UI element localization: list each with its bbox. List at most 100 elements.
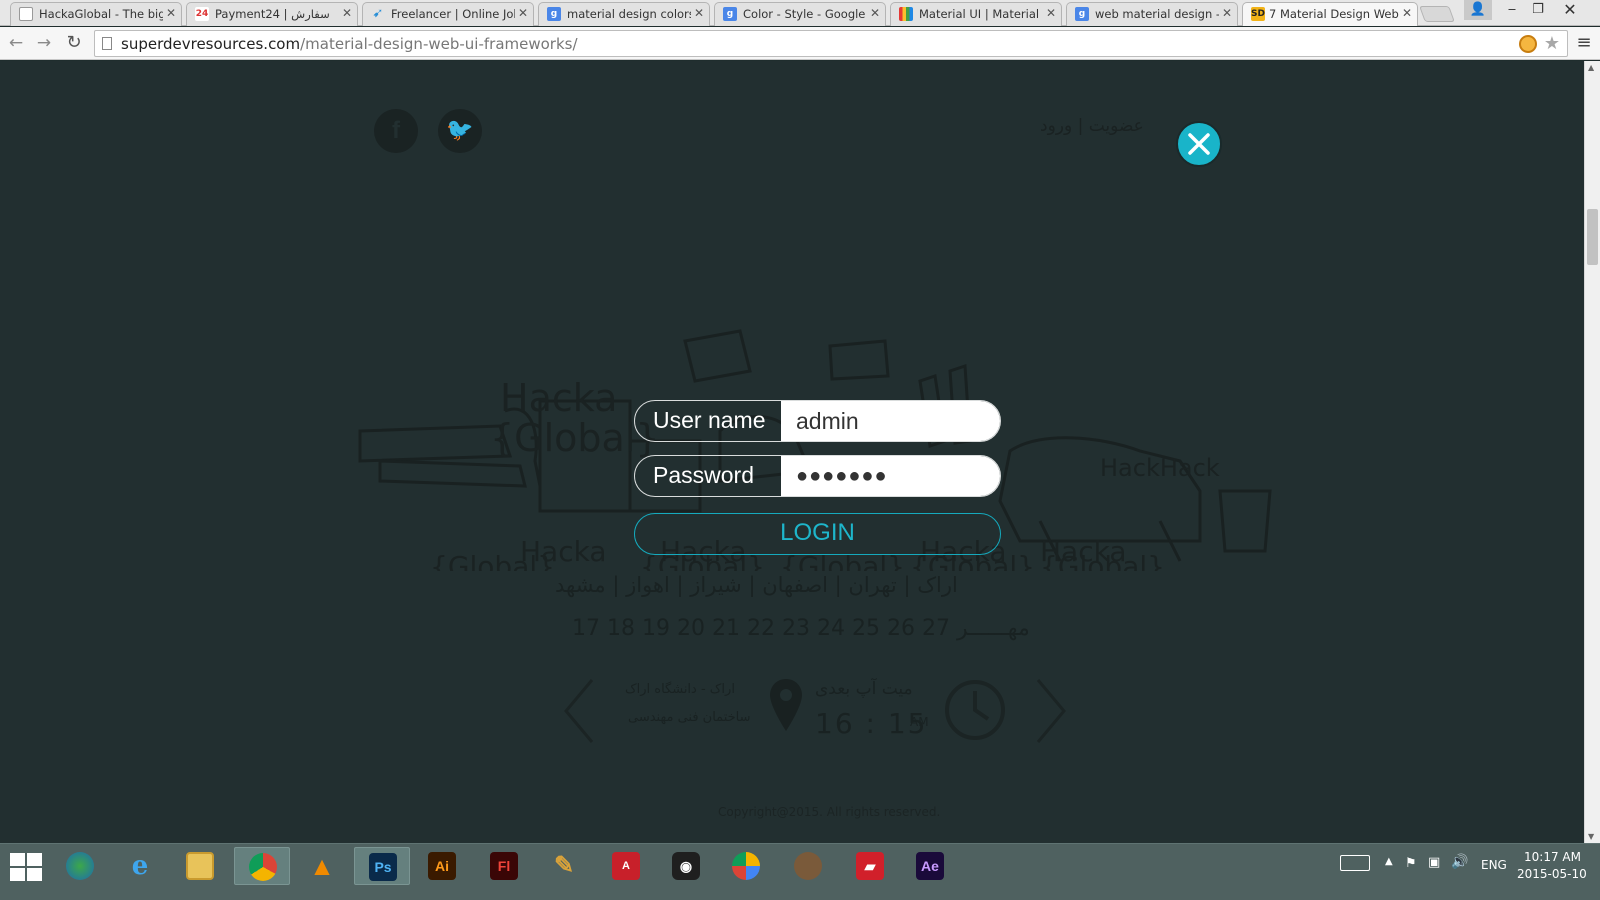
gimp-icon[interactable] <box>780 847 836 885</box>
tab-material-ui[interactable]: Material UI | Material D ✕ <box>890 2 1062 26</box>
menu-icon[interactable]: ≡ <box>1575 33 1593 53</box>
google-icon: g <box>547 7 561 21</box>
tab-title: Color - Style - Google d <box>743 7 867 21</box>
browser-toolbar: ← → ↻ superdevresources.com/material-des… <box>0 27 1600 60</box>
copyright-text: Copyright@2015. All rights reserved. <box>718 805 941 819</box>
vlc-icon[interactable]: ▲ <box>294 847 350 885</box>
tab-freelancer[interactable]: ➹ Freelancer | Online Job ✕ <box>362 2 534 26</box>
next-arrow-icon <box>1036 679 1066 743</box>
url-text[interactable]: superdevresources.com/material-design-we… <box>121 35 578 53</box>
globe-app-icon[interactable] <box>52 847 108 885</box>
photoshop-icon[interactable]: Ps <box>354 847 410 885</box>
windows-start-icon[interactable] <box>8 851 44 883</box>
tab-close-icon[interactable]: ✕ <box>166 6 176 20</box>
tab-close-icon[interactable]: ✕ <box>694 6 704 20</box>
paint-brush-icon[interactable]: ✎ <box>536 847 592 885</box>
tab-close-icon[interactable]: ✕ <box>1222 6 1232 20</box>
user-icon[interactable]: 👤 <box>1464 0 1492 20</box>
tab-close-icon[interactable]: ✕ <box>1402 6 1412 20</box>
internet-explorer-icon[interactable]: e <box>112 847 168 885</box>
volume-icon[interactable]: 🔊 <box>1451 854 1468 870</box>
close-icon <box>1188 133 1210 155</box>
hackaglobal-logo-text: Hacka <box>520 535 607 568</box>
day-item: 18 <box>607 616 635 641</box>
page-scrollbar[interactable]: ▲ ▼ <box>1584 61 1600 843</box>
address-bar[interactable]: superdevresources.com/material-design-we… <box>94 30 1568 57</box>
day-item: 19 <box>642 616 670 641</box>
tab-close-icon[interactable]: ✕ <box>342 6 352 20</box>
action-center-flag-icon[interactable]: ⚑ <box>1405 856 1417 871</box>
day-item: 25 <box>852 616 880 641</box>
scroll-up-icon[interactable]: ▲ <box>1588 63 1594 72</box>
new-tab-button[interactable] <box>1419 6 1455 22</box>
illustrator-icon[interactable]: Ai <box>414 847 470 885</box>
tab-close-icon[interactable]: ✕ <box>1046 6 1056 20</box>
username-input[interactable]: admin <box>781 401 1000 441</box>
page-icon <box>102 37 112 50</box>
back-arrow-icon[interactable]: ← <box>6 33 26 53</box>
tab-web-material[interactable]: g web material design - ✕ <box>1066 2 1238 26</box>
autocad-icon[interactable]: A <box>598 847 654 885</box>
tab-close-icon[interactable]: ✕ <box>870 6 880 20</box>
language-indicator[interactable]: ENG <box>1481 858 1507 872</box>
tab-close-icon[interactable]: ✕ <box>518 6 528 20</box>
chrome-icon[interactable] <box>234 847 290 885</box>
file-explorer-icon[interactable] <box>172 847 228 885</box>
camtasia-icon[interactable]: ◉ <box>658 847 714 885</box>
network-icon[interactable]: ▣ <box>1428 855 1440 870</box>
restore-icon[interactable]: ❐ <box>1524 0 1552 20</box>
scroll-thumb[interactable] <box>1587 209 1598 265</box>
reload-icon[interactable]: ↻ <box>64 33 84 53</box>
browser-tab-bar: HackaGlobal - The bigg ✕ 24 Payment24 | … <box>0 0 1600 26</box>
sketchup-icon[interactable]: ▰ <box>842 847 898 885</box>
tab-title: Payment24 | سفارش <box>215 7 330 21</box>
google-icon: g <box>1075 7 1089 21</box>
tab-title: HackaGlobal - The bigg <box>39 7 163 21</box>
show-hidden-icons-icon[interactable]: ▲ <box>1385 856 1393 867</box>
tab-title: web material design - <box>1095 7 1219 21</box>
day-item: 24 <box>817 616 845 641</box>
minimize-icon[interactable]: ‒ <box>1498 0 1526 20</box>
tab-hackaglobal[interactable]: HackaGlobal - The bigg ✕ <box>10 2 182 26</box>
twitter-icon: 🐦 <box>438 109 482 153</box>
24-icon: 24 <box>195 7 209 21</box>
tab-title: Freelancer | Online Job <box>391 7 515 21</box>
day-item: 21 <box>712 616 740 641</box>
pinwheel-app-icon[interactable] <box>718 847 774 885</box>
day-item: 17 <box>572 616 600 641</box>
after-effects-icon[interactable]: Ae <box>902 847 958 885</box>
url-path: /material-design-web-ui-frameworks/ <box>300 35 578 53</box>
day-item: 26 <box>887 616 915 641</box>
day-item: 27 <box>922 616 950 641</box>
materialui-icon <box>899 7 913 21</box>
extension-icon[interactable] <box>1519 35 1537 53</box>
username-field: User name admin <box>634 400 1001 442</box>
modal-close-button[interactable] <box>1176 121 1222 167</box>
venue-line: اراک - دانشگاه اراک <box>625 682 735 697</box>
login-button[interactable]: LOGIN <box>634 513 1001 555</box>
scroll-down-icon[interactable]: ▼ <box>1588 832 1594 841</box>
hack-sofa-text: HackHack <box>1100 454 1220 482</box>
tab-superdev[interactable]: SD 7 Material Design Web ✕ <box>1242 2 1418 26</box>
facebook-icon: f <box>374 109 418 153</box>
password-label: Password <box>653 462 754 488</box>
bookmark-star-icon[interactable]: ★ <box>1544 33 1560 54</box>
auth-links: عضویت | ورود <box>1040 116 1144 136</box>
tab-payment24[interactable]: 24 Payment24 | سفارش ✕ <box>186 2 358 26</box>
password-input[interactable]: ●●●●●●● <box>781 456 1000 496</box>
forward-arrow-icon[interactable]: → <box>34 33 54 53</box>
taskbar-clock-date[interactable]: 2015-05-10 <box>1517 867 1587 881</box>
tab-title: Material UI | Material D <box>919 7 1043 21</box>
taskbar-clock-time[interactable]: 10:17 AM <box>1524 850 1581 864</box>
meetup-ampm: AM <box>910 715 929 729</box>
flash-icon[interactable]: Fl <box>476 847 532 885</box>
window-close-icon[interactable]: ✕ <box>1556 0 1584 20</box>
tab-material-colors[interactable]: g material design colors ✕ <box>538 2 710 26</box>
clock-icon <box>945 680 1005 740</box>
location-pin-icon <box>770 679 802 731</box>
keyboard-icon[interactable] <box>1340 855 1370 871</box>
tab-color-style[interactable]: g Color - Style - Google d ✕ <box>714 2 886 26</box>
day-item: 22 <box>747 616 775 641</box>
windows-taskbar: e ▲ Ps Ai Fl ✎ A ◉ ▰ Ae ▲ ⚑ ▣ 🔊 ENG 10:1… <box>0 843 1600 900</box>
password-field: Password ●●●●●●● <box>634 455 1001 497</box>
